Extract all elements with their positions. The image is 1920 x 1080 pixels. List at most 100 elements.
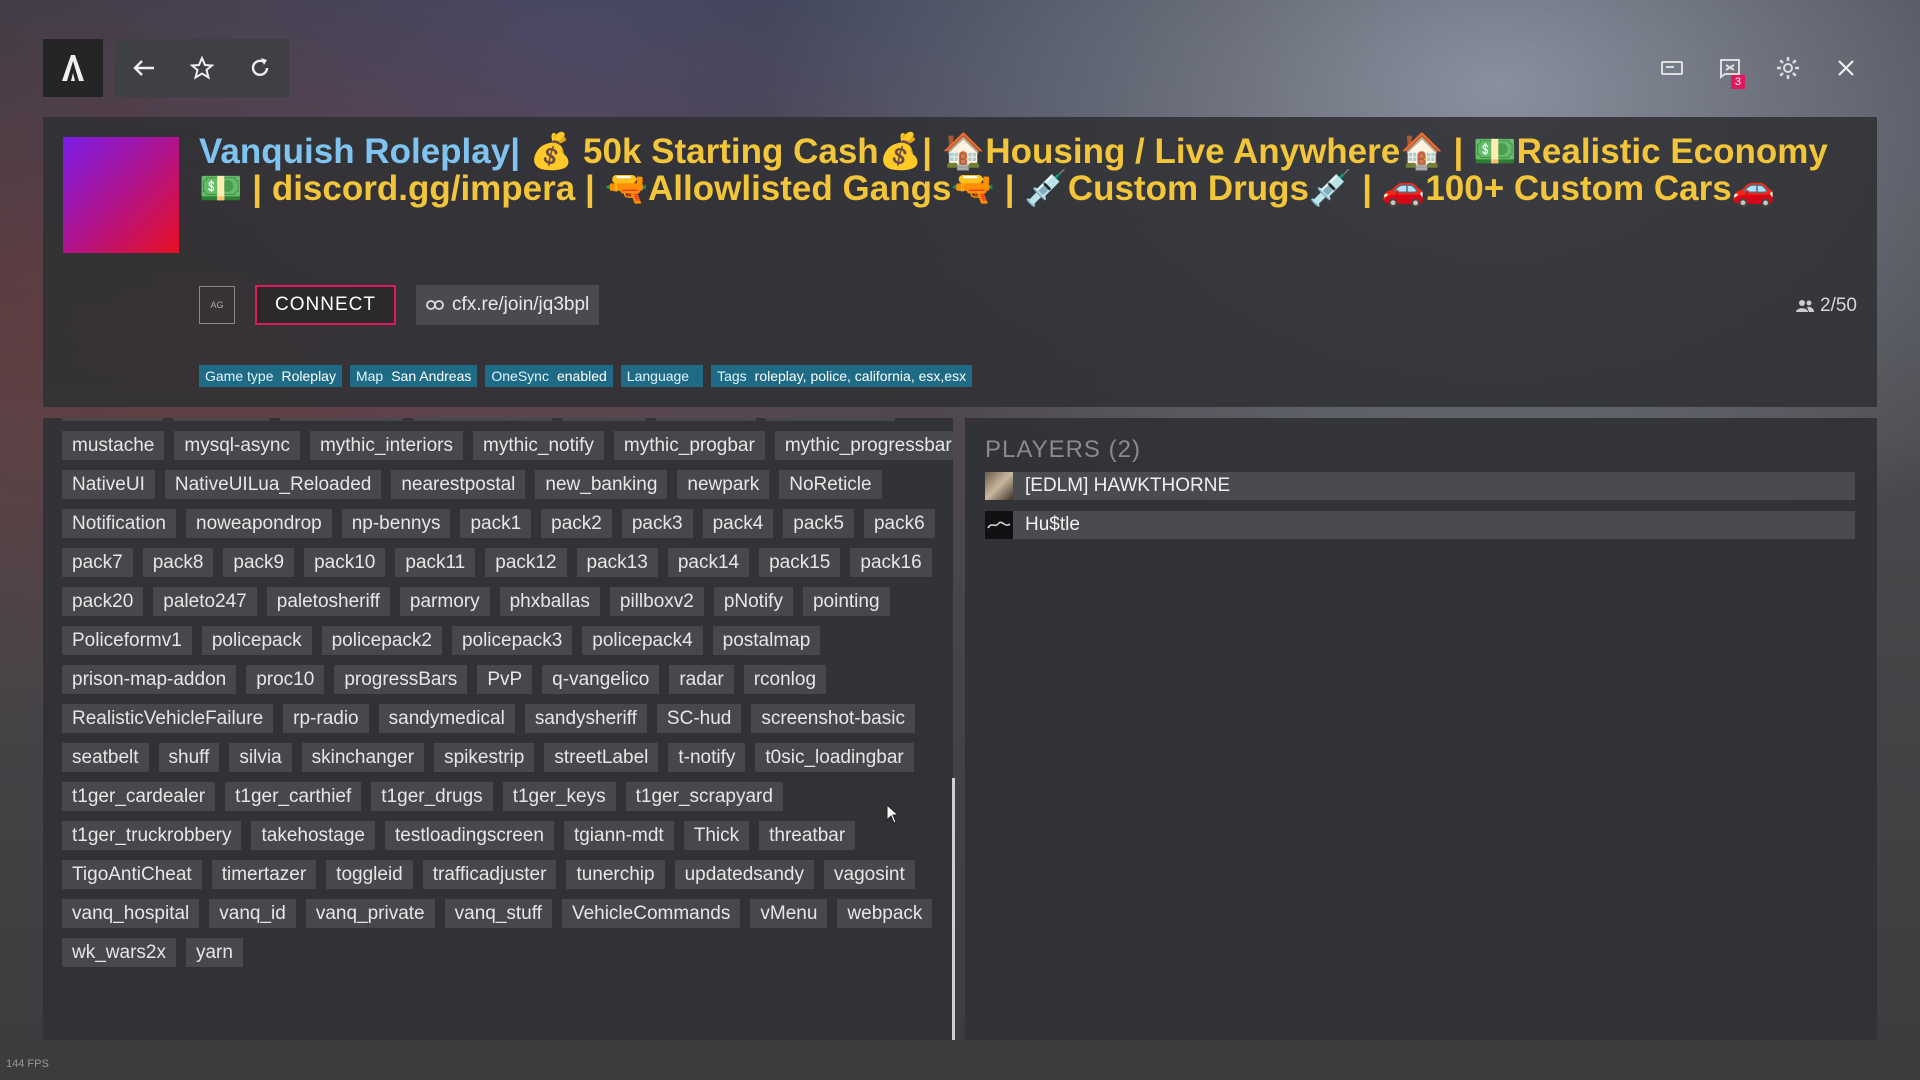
mouse-cursor-icon [886, 804, 900, 824]
resource-chip: pointing [802, 587, 890, 616]
resource-chip: proc10 [246, 665, 325, 694]
resource-chip: NativeUI [62, 470, 155, 499]
resource-chip: NativeUILua_Reloaded [164, 470, 382, 499]
settings-button[interactable] [1759, 39, 1817, 97]
resource-chip: paleto247 [153, 587, 257, 616]
resource-chip: mysql-async [174, 431, 300, 460]
resource-chip: testloadingscreen [385, 821, 554, 850]
resource-chip: pack8 [142, 548, 214, 577]
resource-chip: np-bennys [341, 509, 451, 538]
resources-list: meta_libs modeling MissionRow modelblacklis… [62, 418, 953, 967]
resource-chip: mythic_progbar [613, 431, 765, 460]
resource-chip: phxballas [499, 587, 600, 616]
resource-chip: prison-map-addon [62, 665, 237, 694]
resource-chip: pack14 [667, 548, 750, 577]
resource-chip: threatbar [759, 821, 856, 850]
resource-chip: pack13 [576, 548, 658, 577]
server-title-brand: Vanquish Roleplay| [199, 132, 520, 171]
resource-chip: VehicleCommands [561, 899, 741, 928]
server-tags: Game type Roleplay Map San Andreas OneSync… [199, 365, 973, 387]
star-icon [190, 56, 214, 80]
top-left-toolbar [43, 39, 289, 97]
resource-chip: TigoAntiCheat [62, 860, 202, 889]
tag-language: Language [620, 365, 704, 387]
resource-chip: pack16 [850, 548, 932, 577]
resource-chip: q-vangelico [542, 665, 660, 694]
resource-chip: vanq_stuff [444, 899, 552, 928]
resource-chip: RealisticVehicleFailure [62, 704, 274, 733]
resource-chip: Thick [683, 821, 750, 850]
resource-chip: radar [669, 665, 734, 694]
resources-scrollbar[interactable] [952, 778, 955, 1040]
tag-game-type: Game type Roleplay [199, 365, 342, 387]
resource-chip: newpark [677, 470, 770, 499]
player-row[interactable]: Hu$tle [985, 511, 1855, 539]
changelog-button[interactable]: 3 [1701, 39, 1759, 97]
player-row[interactable]: [EDLM] HAWKTHORNE [985, 472, 1855, 500]
close-button[interactable] [1817, 39, 1875, 97]
resource-chip: paletosheriff [266, 587, 390, 616]
resource-chip: t1ger_truckrobbery [62, 821, 242, 850]
resource-chip: updatedsandy [674, 860, 814, 889]
fivem-logo-icon[interactable] [43, 39, 103, 97]
close-icon [1838, 60, 1854, 76]
resource-chip: yarn [185, 938, 243, 967]
resource-chip: takehostage [251, 821, 375, 850]
top-right-toolbar: 3 [1643, 39, 1875, 97]
resource-chip: sandysheriff [524, 704, 647, 733]
resource-chip: meta_libs [62, 418, 164, 421]
resource-chip: monitor [562, 418, 646, 421]
resource-chip: progressBars [334, 665, 468, 694]
resource-chip: pack2 [541, 509, 612, 538]
resource-chip: pack12 [485, 548, 567, 577]
resource-chip: vanq_id [209, 899, 296, 928]
resource-chip: policepack4 [582, 626, 703, 655]
resource-chip: modelblacklist [412, 418, 553, 421]
resource-chip: mythic_notify [473, 431, 604, 460]
resource-chip: pNotify [713, 587, 793, 616]
resource-chip: vanq_private [305, 899, 435, 928]
player-name: Hu$tle [1025, 514, 1080, 535]
resource-chip: pack9 [223, 548, 295, 577]
resource-chip: pack1 [460, 509, 532, 538]
resource-chip: mrpagato [655, 418, 756, 421]
notification-badge: 3 [1730, 75, 1745, 89]
resource-chip: screenshot-basic [751, 704, 915, 733]
refresh-icon [251, 58, 269, 77]
resource-chip: t-notify [668, 743, 746, 772]
resource-chip: t1ger_carthief [225, 782, 362, 811]
resource-chip: vMenu [750, 899, 828, 928]
resource-chip: pack10 [304, 548, 386, 577]
resource-chip: nearestpostal [391, 470, 526, 499]
favorite-button[interactable] [173, 39, 231, 97]
tag-map: Map San Andreas [349, 365, 478, 387]
resource-chip: mumble-voip [765, 418, 895, 421]
player-name: [EDLM] HAWKTHORNE [1025, 475, 1231, 496]
resource-chip: pack5 [783, 509, 854, 538]
refresh-button[interactable] [231, 39, 289, 97]
ticket-button[interactable] [1643, 39, 1701, 97]
resource-chip: sandymedical [378, 704, 515, 733]
resource-chip: rconlog [743, 665, 827, 694]
resource-chip: skinchanger [301, 743, 425, 772]
player-count: 2/50 [1796, 295, 1857, 317]
back-button[interactable] [115, 39, 173, 97]
resources-panel[interactable]: meta_libs modeling MissionRow modelblacklis… [43, 418, 953, 1040]
tag-onesync: OneSync enabled [485, 365, 613, 387]
resource-chip: mustache [62, 431, 165, 460]
resource-chip: pack4 [702, 509, 774, 538]
link-icon [426, 300, 444, 310]
resource-chip: pack7 [62, 548, 133, 577]
server-icon [63, 137, 179, 253]
resource-chip: postalmap [712, 626, 821, 655]
server-title: Vanquish Roleplay| 💰 50k Starting Cash💰|… [199, 133, 1839, 207]
resource-chip: pack6 [863, 509, 935, 538]
connect-button[interactable]: CONNECT [255, 285, 396, 325]
resource-chip: t1ger_keys [502, 782, 616, 811]
resource-chip: seatbelt [62, 743, 149, 772]
resource-chip: toggleid [326, 860, 413, 889]
resource-chip: SC-hud [656, 704, 742, 733]
join-link-button[interactable]: cfx.re/join/jq3bpl [415, 285, 600, 325]
resource-chip: MissionRow [280, 418, 403, 421]
nav-group [115, 39, 289, 97]
